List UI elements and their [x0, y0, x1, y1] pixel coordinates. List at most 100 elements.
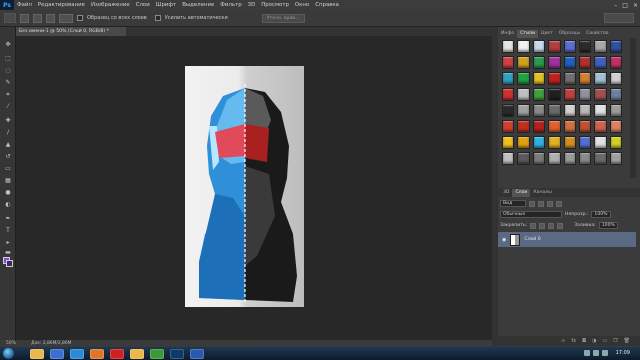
style-swatch[interactable] [609, 56, 622, 69]
style-swatch[interactable] [578, 136, 592, 149]
style-swatch[interactable] [532, 152, 546, 165]
style-swatch[interactable] [532, 136, 546, 149]
tab-styles[interactable]: Стили [517, 30, 538, 38]
style-swatch[interactable] [548, 88, 561, 101]
style-swatch[interactable] [609, 40, 622, 53]
style-swatch[interactable] [594, 152, 607, 165]
style-swatch[interactable] [517, 88, 530, 101]
auto-enhance-checkbox[interactable] [154, 15, 161, 21]
menu-file[interactable]: Файл [14, 2, 35, 8]
style-swatch[interactable] [532, 56, 546, 69]
ie-taskbar-icon[interactable] [70, 348, 84, 359]
sample-all-layers-checkbox[interactable] [77, 15, 83, 21]
style-swatch[interactable] [563, 120, 576, 133]
style-swatch[interactable] [563, 152, 576, 165]
style-swatch[interactable] [594, 104, 607, 117]
background-color-swatch[interactable] [6, 260, 13, 267]
style-swatch[interactable] [548, 56, 561, 69]
style-swatch[interactable] [502, 104, 515, 117]
opera-taskbar-icon[interactable] [110, 348, 124, 359]
filter-shape-icon[interactable] [556, 200, 562, 207]
language-icon[interactable] [602, 350, 608, 356]
menu-3d[interactable]: 3D [245, 2, 259, 8]
style-swatch[interactable] [548, 104, 561, 117]
style-swatch[interactable] [578, 56, 592, 69]
eraser-tool-icon[interactable]: ▭ [4, 165, 12, 172]
menu-view[interactable]: Просмотр [258, 2, 292, 8]
brush-size-picker[interactable] [59, 13, 73, 23]
volume-icon[interactable] [593, 350, 599, 356]
filter-pixel-icon[interactable] [529, 200, 535, 207]
delete-layer-icon[interactable]: 🗑 [624, 338, 630, 344]
layer-row[interactable]: ◉ Слой 0 [498, 232, 636, 247]
blend-mode-select[interactable]: Обычные [500, 211, 562, 218]
gradient-tool-icon[interactable]: ▦ [4, 177, 12, 184]
fill-input[interactable]: 100% [598, 222, 618, 229]
opacity-input[interactable]: 100% [591, 211, 611, 218]
style-swatch[interactable] [609, 120, 622, 133]
crop-tool-icon[interactable]: ⌗ [4, 91, 12, 98]
style-swatch[interactable] [594, 40, 607, 53]
history-brush-icon[interactable]: ↺ [4, 153, 12, 160]
media-taskbar-icon[interactable] [50, 348, 64, 359]
style-swatch[interactable] [532, 72, 546, 85]
style-swatch[interactable] [578, 120, 592, 133]
style-swatch[interactable] [502, 88, 515, 101]
menu-select[interactable]: Выделение [179, 2, 217, 8]
style-swatch[interactable] [594, 56, 607, 69]
style-swatch[interactable] [578, 72, 592, 85]
menu-type[interactable]: Шрифт [153, 2, 179, 8]
style-swatch[interactable] [578, 88, 592, 101]
document-canvas[interactable] [185, 66, 304, 307]
style-swatch[interactable] [578, 104, 592, 117]
style-swatch[interactable] [532, 40, 546, 53]
adjustment-layer-icon[interactable]: ◑ [592, 338, 596, 344]
menu-layers[interactable]: Слои [133, 2, 153, 8]
start-button[interactable] [3, 348, 14, 359]
style-swatch[interactable] [532, 104, 546, 117]
chrome-taskbar-icon[interactable] [150, 348, 164, 359]
style-swatch[interactable] [563, 104, 576, 117]
new-layer-icon[interactable]: ❐ [613, 338, 617, 344]
word-taskbar-icon[interactable] [190, 348, 204, 359]
add-selection-icon[interactable] [33, 13, 42, 23]
document-tab[interactable]: Без имени-1 @ 50% (Слой 0, RGB/8) * [16, 27, 126, 36]
brush-tool-icon[interactable]: ∕ [4, 129, 12, 136]
style-swatch[interactable] [609, 152, 622, 165]
stamp-tool-icon[interactable]: ▲ [4, 141, 12, 148]
style-swatch[interactable] [594, 120, 607, 133]
filter-adjust-icon[interactable] [538, 200, 544, 207]
quick-select-tool-icon[interactable]: ✎ [4, 79, 12, 86]
tab-info[interactable]: Инфо [498, 30, 517, 38]
style-swatch[interactable] [532, 120, 546, 133]
taskbar-clock[interactable]: 17:09 [616, 347, 630, 360]
subtract-selection-icon[interactable] [46, 13, 55, 23]
explorer-taskbar-icon[interactable] [30, 348, 44, 359]
lock-position-icon[interactable] [548, 222, 555, 229]
tab-color[interactable]: Цвет [538, 30, 556, 38]
style-swatch[interactable] [548, 136, 561, 149]
heal-tool-icon[interactable]: ✚ [4, 117, 12, 124]
style-swatch[interactable] [502, 72, 515, 85]
tab-properties[interactable]: Свойства [583, 30, 611, 38]
style-swatch[interactable] [563, 56, 576, 69]
marquee-tool-icon[interactable]: ⬚ [4, 55, 12, 62]
tab-swatches[interactable]: Образцы [556, 30, 583, 38]
folder-taskbar-icon[interactable] [130, 348, 144, 359]
style-swatch[interactable] [517, 72, 530, 85]
refine-edge-button[interactable]: Уточн. край... [261, 13, 305, 23]
blur-tool-icon[interactable]: ● [4, 189, 12, 196]
menu-image[interactable]: Изображение [88, 2, 133, 8]
photoshop-taskbar-icon[interactable] [170, 348, 184, 359]
menu-help[interactable]: Справка [312, 2, 342, 8]
move-tool-icon[interactable]: ✥ [4, 41, 12, 48]
pen-tool-icon[interactable]: ✒ [4, 215, 12, 222]
style-swatch[interactable] [594, 136, 607, 149]
firefox-taskbar-icon[interactable] [90, 348, 104, 359]
menu-edit[interactable]: Редактирование [35, 2, 88, 8]
link-layers-icon[interactable]: ∞ [561, 338, 565, 344]
style-swatch[interactable] [548, 152, 561, 165]
style-swatch[interactable] [609, 136, 622, 149]
style-swatch[interactable] [594, 88, 607, 101]
style-swatch[interactable] [502, 120, 515, 133]
